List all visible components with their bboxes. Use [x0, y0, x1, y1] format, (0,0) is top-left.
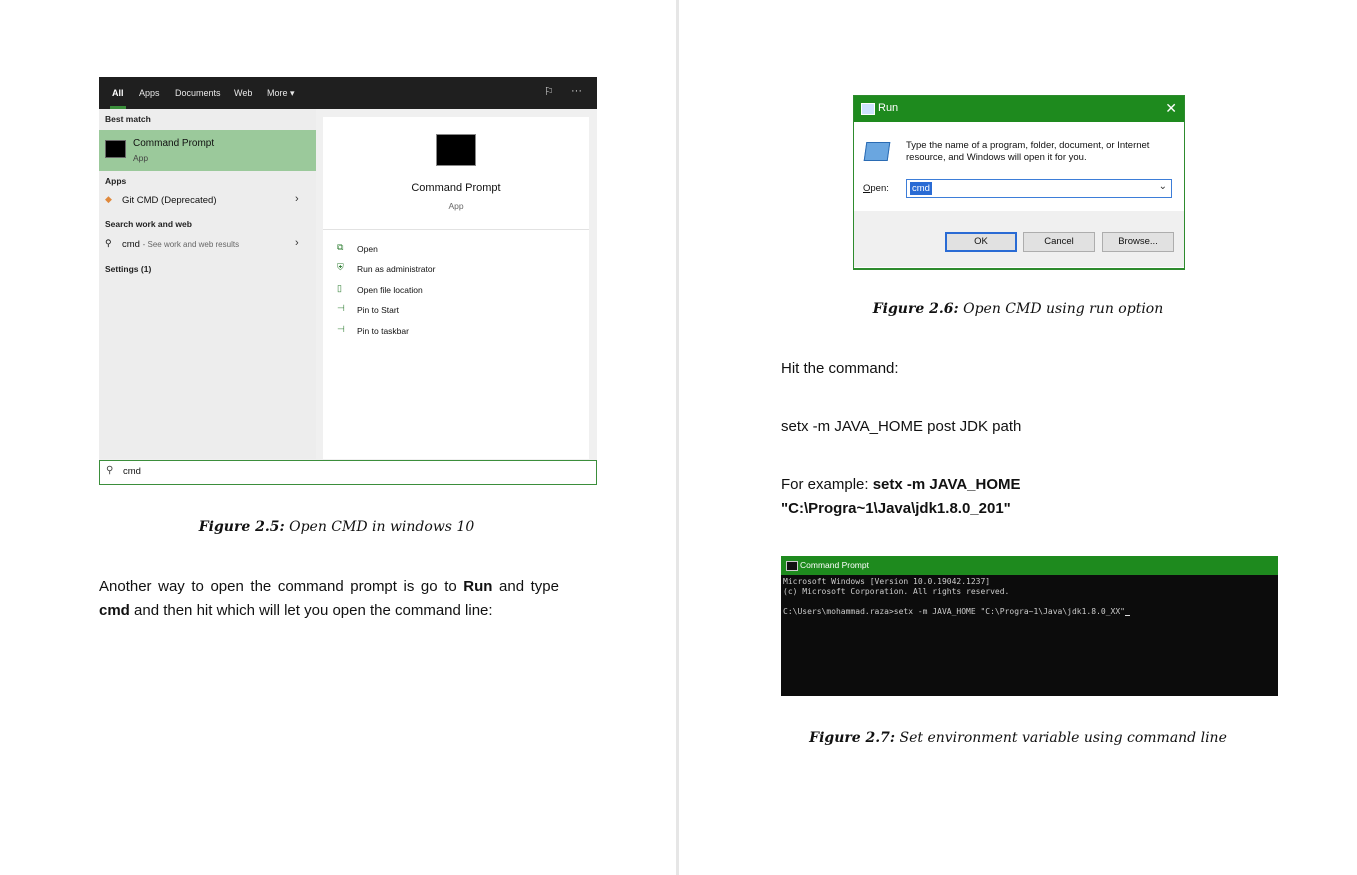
paragraph-run-instructions: Another way to open the command prompt i… — [99, 575, 559, 623]
search-web-heading: Search work and web — [105, 219, 192, 229]
web-result-sub: - See work and web results — [142, 240, 240, 249]
action-label: Run as administrator — [357, 264, 436, 274]
command-prompt-large-icon — [436, 134, 476, 166]
preview-divider — [323, 229, 589, 230]
best-match-name: Command Prompt — [133, 138, 215, 149]
action-run-as-admin[interactable]: ⛨ Run as administrator — [337, 262, 577, 278]
action-open[interactable]: ⧉ Open — [337, 242, 577, 258]
chevron-down-icon: ▾ — [290, 88, 295, 98]
chevron-down-icon[interactable]: ⌄ — [1159, 181, 1167, 192]
settings-heading[interactable]: Settings (1) — [105, 264, 151, 274]
best-match-item[interactable]: Command Prompt App — [99, 130, 316, 171]
example-command-1: setx -m JAVA_HOME — [872, 476, 1021, 493]
paragraph-part: and type — [492, 578, 559, 595]
cmd-app-icon — [786, 561, 798, 571]
cmd-title-bar: Command Prompt — [781, 556, 1278, 575]
search-input[interactable]: ⚲ cmd — [99, 460, 597, 485]
search-tab-bar: All Apps Documents Web More ▾ ⚐ ··· — [99, 77, 597, 109]
tab-all[interactable]: All — [112, 88, 124, 98]
run-app-icon — [861, 103, 875, 115]
feedback-icon[interactable]: ⚐ — [544, 85, 554, 98]
chevron-right-icon: › — [295, 237, 299, 249]
cancel-button[interactable]: Cancel — [1023, 232, 1095, 252]
action-pin-to-taskbar[interactable]: ⊣ Pin to taskbar — [337, 324, 577, 340]
best-match-heading: Best match — [105, 114, 151, 124]
caption-text: Open CMD in windows 10 — [289, 519, 475, 535]
command-prompt-window: Command Prompt Microsoft Windows [Versio… — [781, 556, 1278, 696]
command-syntax-text: setx -m JAVA_HOME post JDK path — [781, 418, 1022, 435]
hit-command-text: Hit the command: — [781, 360, 899, 377]
shield-icon: ⛨ — [337, 262, 344, 272]
web-result-text: cmd - See work and web results — [122, 239, 239, 250]
open-label-rest: pen: — [870, 183, 889, 194]
run-program-icon — [863, 142, 891, 161]
search-icon: ⚲ — [106, 465, 114, 476]
preview-name: Command Prompt — [411, 182, 501, 194]
apps-heading: Apps — [105, 176, 127, 186]
caption-label: Figure 2.7: — [809, 730, 896, 746]
windows-search-figure: All Apps Documents Web More ▾ ⚐ ··· Best… — [99, 77, 597, 485]
file-icon: ▯ — [337, 283, 342, 293]
command-prompt-icon — [105, 140, 126, 158]
action-label: Open file location — [357, 285, 423, 295]
tab-more-label: More — [267, 88, 288, 98]
more-options-icon[interactable]: ··· — [571, 85, 582, 97]
run-description: Type the name of a program, folder, docu… — [906, 140, 1150, 163]
best-match-sub: App — [133, 153, 149, 163]
paragraph-run-bold: Run — [463, 578, 493, 595]
paragraph-cmd-bold: cmd — [99, 602, 130, 619]
action-label: Pin to taskbar — [357, 326, 409, 336]
search-input-value: cmd — [123, 466, 141, 477]
pin-icon: ⊣ — [337, 324, 345, 334]
run-title-bar: Run ✕ — [854, 96, 1184, 122]
browse-button[interactable]: Browse... — [1102, 232, 1174, 252]
example-label: For example: — [781, 476, 873, 493]
run-title: Run — [878, 102, 899, 114]
app-item-label: Git CMD (Deprecated) — [122, 195, 217, 206]
preview-pane: Command Prompt App ⧉ Open ⛨ Run as admin… — [323, 117, 589, 459]
cmd-output-line: Microsoft Windows [Version 10.0.19042.12… — [783, 577, 991, 586]
figure-caption-2-6: Figure 2.6: Open CMD using run option — [853, 301, 1183, 317]
caption-text: Set environment variable using command l… — [899, 730, 1227, 746]
ok-button[interactable]: OK — [945, 232, 1017, 252]
text-cursor — [1124, 615, 1130, 616]
search-icon: ⚲ — [105, 238, 112, 248]
figure-caption-2-5: Figure 2.5: Open CMD in windows 10 — [99, 519, 574, 535]
run-dialog: Run ✕ Type the name of a program, folder… — [853, 95, 1185, 270]
paragraph-part: Another way to open the command prompt i… — [99, 578, 464, 595]
open-label: Open: — [863, 183, 889, 194]
open-icon: ⧉ — [337, 242, 344, 252]
close-icon[interactable]: ✕ — [1165, 100, 1177, 117]
paragraph-part: and then hit which will let you open the… — [129, 602, 493, 619]
search-results-list: Best match Command Prompt App Apps ◆ Git… — [99, 109, 316, 459]
tab-apps[interactable]: Apps — [139, 88, 160, 98]
git-icon: ◆ — [105, 194, 112, 204]
web-result-term: cmd — [122, 239, 140, 250]
caption-label: Figure 2.6: — [872, 301, 959, 317]
run-open-field-value: cmd — [910, 182, 932, 195]
tab-more[interactable]: More ▾ — [267, 88, 295, 99]
cmd-title: Command Prompt — [800, 560, 869, 570]
example-command-2: "C:\Progra~1\Java\jdk1.8.0_201" — [781, 500, 1011, 517]
caption-text: Open CMD using run option — [963, 301, 1164, 317]
app-item-git-cmd[interactable]: ◆ Git CMD (Deprecated) › — [99, 192, 316, 210]
web-result-item[interactable]: ⚲ cmd - See work and web results › — [99, 236, 316, 254]
run-open-field[interactable]: cmd ⌄ — [906, 179, 1172, 198]
caption-label: Figure 2.5: — [198, 519, 285, 535]
action-label: Open — [357, 244, 378, 254]
example-text: For example: setx -m JAVA_HOME "C:\Progra… — [781, 473, 1261, 521]
preview-sub: App — [448, 201, 464, 211]
pin-icon: ⊣ — [337, 303, 345, 313]
action-label: Pin to Start — [357, 305, 400, 315]
tab-web[interactable]: Web — [234, 88, 252, 98]
tab-documents[interactable]: Documents — [175, 88, 221, 98]
chevron-right-icon: › — [295, 193, 299, 205]
cmd-prompt-line[interactable]: C:\Users\mohammad.raza>setx -m JAVA_HOME… — [783, 607, 1130, 616]
figure-caption-2-7: Figure 2.7: Set environment variable usi… — [781, 730, 1255, 746]
cmd-output-line: (c) Microsoft Corporation. All rights re… — [783, 587, 1010, 596]
run-button-bar: OK Cancel Browse... — [854, 211, 1184, 267]
action-open-file-location[interactable]: ▯ Open file location — [337, 283, 577, 299]
cmd-command-text: C:\Users\mohammad.raza>setx -m JAVA_HOME… — [783, 607, 1125, 616]
action-pin-to-start[interactable]: ⊣ Pin to Start — [337, 303, 577, 319]
